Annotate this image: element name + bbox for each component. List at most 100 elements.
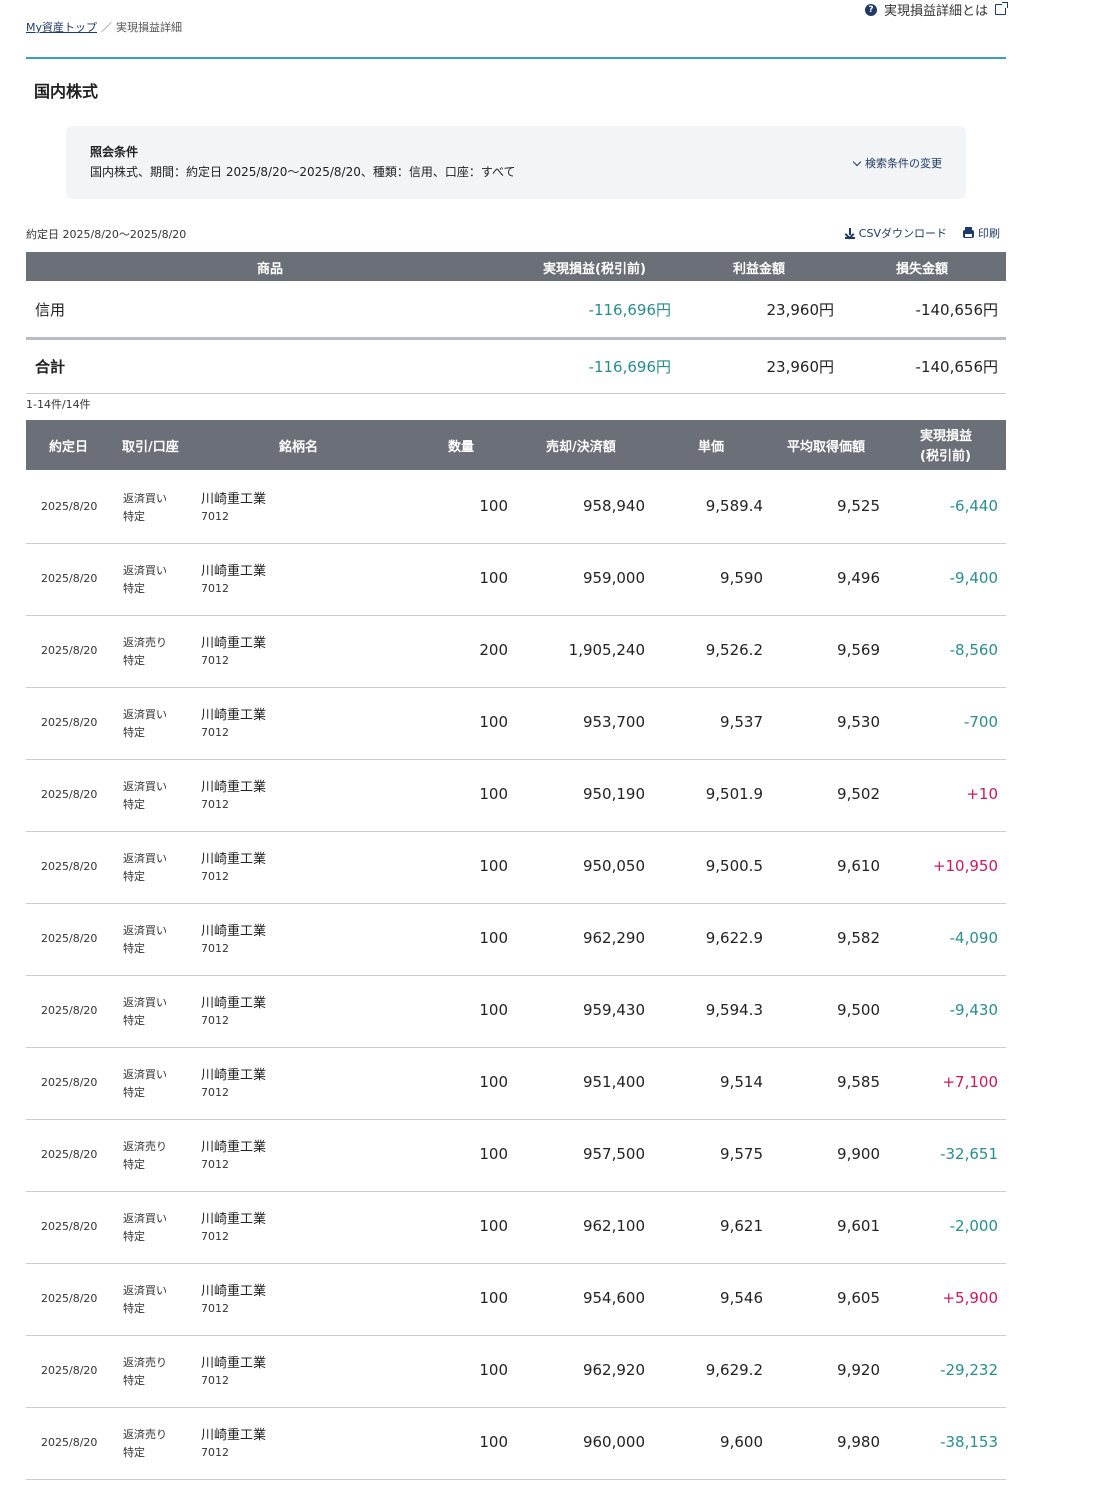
table-row: 2025/8/20 返済買い 特定 川崎重工業 7012 100 959,000 9,590 9… bbox=[26, 543, 1006, 616]
period-label: 約定日 2025/8/20〜2025/8/20 bbox=[26, 228, 187, 241]
realized-pl: -9,400 bbox=[949, 569, 998, 587]
quantity: 100 bbox=[479, 1001, 508, 1019]
trade-kind: 返済売り bbox=[123, 1428, 167, 1441]
realized-pl: -38,153 bbox=[940, 1433, 998, 1451]
trade-date: 2025/8/20 bbox=[41, 1076, 98, 1089]
settlement-amount: 962,920 bbox=[582, 1361, 645, 1379]
trade-date: 2025/8/20 bbox=[41, 1292, 98, 1305]
trade-kind: 返済売り bbox=[123, 636, 167, 649]
realized-pl: -700 bbox=[963, 713, 998, 731]
quantity: 100 bbox=[479, 1145, 508, 1163]
trade-type: 返済買い 特定 bbox=[123, 1210, 167, 1246]
table-row: 2025/8/20 返済買い 特定 川崎重工業 7012 100 953,700 9,537 9… bbox=[26, 687, 1006, 760]
csv-download-button[interactable]: CSVダウンロード bbox=[844, 225, 947, 241]
unit-price: 9,594.3 bbox=[705, 1001, 763, 1019]
average-cost: 9,496 bbox=[837, 569, 880, 587]
trade-kind: 返済売り bbox=[123, 1356, 167, 1369]
stock-code: 7012 bbox=[201, 1230, 229, 1243]
average-cost: 9,530 bbox=[837, 713, 880, 731]
quantity: 100 bbox=[479, 785, 508, 803]
stock-name: 川崎重工業 bbox=[201, 1212, 267, 1227]
stock-code: 7012 bbox=[201, 1302, 229, 1315]
trade-kind: 返済買い bbox=[123, 564, 167, 577]
settlement-amount: 954,600 bbox=[582, 1289, 645, 1307]
summary-table-header: 商品 実現損益(税引前) 利益金額 損失金額 bbox=[26, 252, 1006, 281]
average-cost: 9,601 bbox=[837, 1217, 880, 1235]
unit-price: 9,501.9 bbox=[705, 785, 763, 803]
summary-profit: 23,960円 bbox=[766, 301, 835, 319]
header-trade: 取引/口座 bbox=[122, 440, 179, 455]
table-row: 2025/8/20 返済買い 特定 川崎重工業 7012 100 951,400 9,514 9… bbox=[26, 1047, 1006, 1120]
average-cost: 9,900 bbox=[837, 1145, 880, 1163]
average-cost: 9,605 bbox=[837, 1289, 880, 1307]
search-condition-panel: 照会条件 国内株式、期間：約定日 2025/8/20〜2025/8/20、種類：… bbox=[66, 126, 966, 199]
table-row: 2025/8/20 返済売り 特定 川崎重工業 7012 100 962,920 9,629.… bbox=[26, 1335, 1006, 1408]
settlement-amount: 957,500 bbox=[582, 1145, 645, 1163]
unit-price: 9,600 bbox=[720, 1433, 763, 1451]
quantity: 200 bbox=[479, 641, 508, 659]
stock-name: 川崎重工業 bbox=[201, 1428, 267, 1443]
average-cost: 9,920 bbox=[837, 1361, 880, 1379]
change-condition-button[interactable]: 検索条件の変更 bbox=[852, 155, 942, 171]
breadcrumb-home-link[interactable]: My資産トップ bbox=[26, 21, 97, 34]
breadcrumb: My資産トップ ／実現損益詳細 bbox=[26, 19, 182, 35]
trade-type: 返済買い 特定 bbox=[123, 1282, 167, 1318]
account-type: 特定 bbox=[123, 1014, 145, 1027]
stock-name: 川崎重工業 bbox=[201, 492, 267, 507]
trade-date: 2025/8/20 bbox=[41, 860, 98, 873]
unit-price: 9,546 bbox=[720, 1289, 763, 1307]
unit-price: 9,590 bbox=[720, 569, 763, 587]
settlement-amount: 950,050 bbox=[582, 857, 645, 875]
account-type: 特定 bbox=[123, 870, 145, 883]
summary-product: 信用 bbox=[35, 301, 66, 319]
stock-name: 川崎重工業 bbox=[201, 1068, 267, 1083]
trade-date: 2025/8/20 bbox=[41, 788, 98, 801]
stock-code: 7012 bbox=[201, 1158, 229, 1171]
print-button[interactable]: 印刷 bbox=[963, 225, 1000, 241]
condition-label: 照会条件 bbox=[90, 145, 139, 159]
quantity: 100 bbox=[479, 569, 508, 587]
unit-price: 9,526.2 bbox=[705, 641, 763, 659]
average-cost: 9,980 bbox=[837, 1433, 880, 1451]
trade-kind: 返済買い bbox=[123, 780, 167, 793]
total-loss: -140,656円 bbox=[915, 358, 998, 376]
account-type: 特定 bbox=[123, 1158, 145, 1171]
settlement-amount: 960,000 bbox=[582, 1433, 645, 1451]
trade-date: 2025/8/20 bbox=[41, 644, 98, 657]
external-link-icon bbox=[995, 2, 1008, 15]
average-cost: 9,610 bbox=[837, 857, 880, 875]
average-cost: 9,525 bbox=[837, 497, 880, 515]
average-cost: 9,502 bbox=[837, 785, 880, 803]
printer-icon bbox=[963, 227, 974, 238]
stock-code: 7012 bbox=[201, 1086, 229, 1099]
unit-price: 9,514 bbox=[720, 1073, 763, 1091]
stock-code: 7012 bbox=[201, 726, 229, 739]
settlement-amount: 962,290 bbox=[582, 929, 645, 947]
account-type: 特定 bbox=[123, 510, 145, 523]
settlement-amount: 953,700 bbox=[582, 713, 645, 731]
stock-name: 川崎重工業 bbox=[201, 1356, 267, 1371]
help-link[interactable]: ? 実現損益詳細とは bbox=[864, 0, 1008, 19]
trade-type: 返済買い 特定 bbox=[123, 994, 167, 1030]
trade-date: 2025/8/20 bbox=[41, 500, 98, 513]
trade-date: 2025/8/20 bbox=[41, 1148, 98, 1161]
trade-type: 返済買い 特定 bbox=[123, 706, 167, 742]
realized-pl: -8,560 bbox=[949, 641, 998, 659]
settlement-amount: 951,400 bbox=[582, 1073, 645, 1091]
stock-code: 7012 bbox=[201, 870, 229, 883]
total-divider bbox=[26, 393, 1006, 394]
trade-type: 返済売り 特定 bbox=[123, 1354, 167, 1390]
realized-pl: -4,090 bbox=[949, 929, 998, 947]
summary-loss: -140,656円 bbox=[915, 301, 998, 319]
account-type: 特定 bbox=[123, 942, 145, 955]
unit-price: 9,500.5 bbox=[705, 857, 763, 875]
quantity: 100 bbox=[479, 1433, 508, 1451]
unit-price: 9,629.2 bbox=[705, 1361, 763, 1379]
stock-code: 7012 bbox=[201, 1014, 229, 1027]
header-date: 約定日 bbox=[49, 440, 89, 455]
account-type: 特定 bbox=[123, 1446, 145, 1459]
settlement-amount: 959,000 bbox=[582, 569, 645, 587]
average-cost: 9,582 bbox=[837, 929, 880, 947]
quantity: 100 bbox=[479, 929, 508, 947]
stock-name: 川崎重工業 bbox=[201, 564, 267, 579]
